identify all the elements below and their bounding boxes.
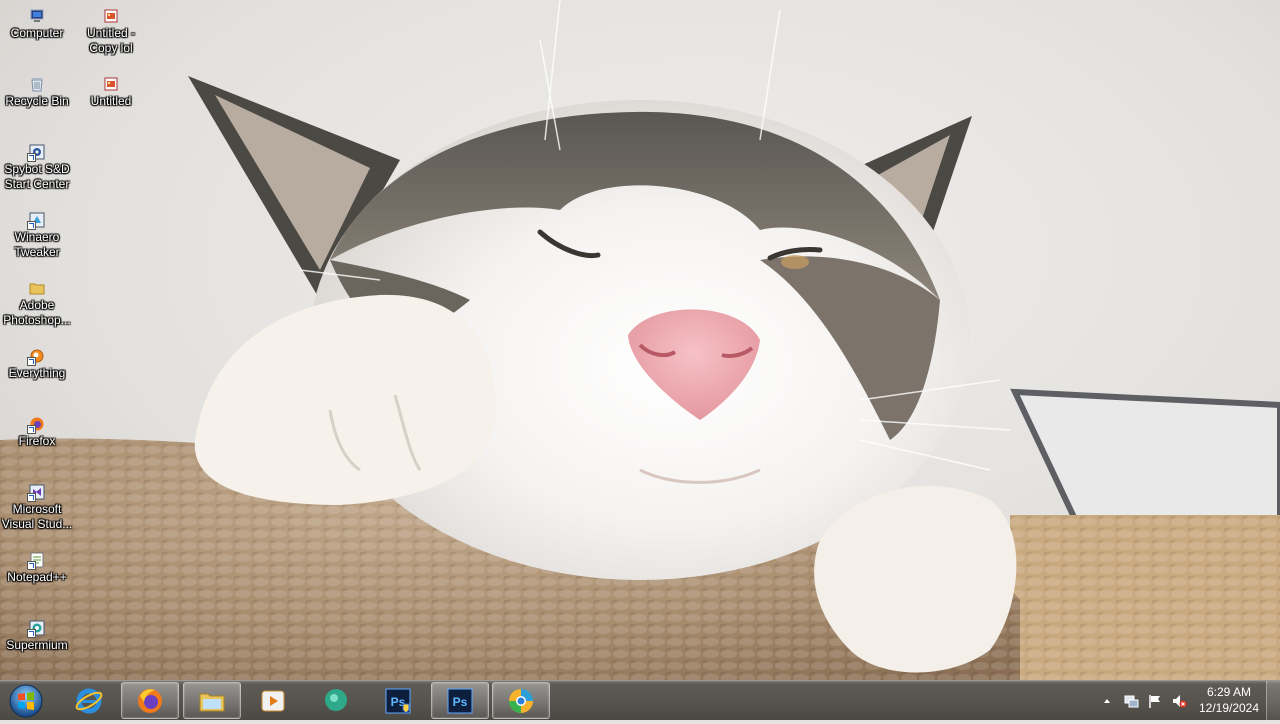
- desktop-wallpaper: [0, 0, 1280, 720]
- desktop-icon-label: Firefox: [18, 434, 56, 448]
- taskbar-app-green[interactable]: [307, 682, 365, 719]
- desktop-icon-label: Untitled - Copy lol: [86, 26, 136, 55]
- start-orb-icon: [9, 684, 43, 718]
- taskbar-media-player[interactable]: [244, 682, 302, 719]
- media-player-icon: [261, 690, 285, 711]
- volume-muted-icon: [1173, 695, 1187, 708]
- taskbar-firefox[interactable]: [121, 682, 179, 719]
- desktop-icon-label: Adobe Photoshop...: [3, 298, 71, 327]
- desktop-icon-firefox[interactable]: Firefox: [0, 416, 74, 449]
- clock-time: 6:29 AM: [1206, 685, 1252, 699]
- desktop-icon-label: Microsoft Visual Stud...: [1, 502, 73, 531]
- desktop-icon-label: Computer: [10, 26, 64, 40]
- network-icon: [1124, 695, 1139, 708]
- spybot-icon: [27, 144, 45, 162]
- taskbar-photoshop[interactable]: Ps: [431, 682, 489, 719]
- desktop-icon-label: Supermium: [6, 638, 68, 652]
- everything-icon: [27, 348, 45, 366]
- desktop-icon-notepadpp[interactable]: Notepad++: [0, 552, 74, 585]
- desktop-icon-untitled[interactable]: Untitled: [74, 76, 148, 109]
- winaero-icon: [27, 212, 45, 230]
- clock-date: 12/19/2024: [1198, 701, 1260, 715]
- taskbar-supermium[interactable]: [492, 682, 550, 719]
- photoshop-icon: Ps: [447, 688, 473, 713]
- image-file-icon: [103, 8, 119, 24]
- taskbar-internet-explorer[interactable]: [60, 682, 118, 719]
- supermium-icon: [27, 620, 45, 638]
- notepadpp-icon: [27, 552, 45, 570]
- desktop-icon-spybot[interactable]: Spybot S&D Start Center: [0, 144, 74, 192]
- visual-studio-icon: [27, 484, 45, 502]
- show-desktop-button[interactable]: [1266, 681, 1280, 721]
- chevron-up-icon: [1104, 699, 1110, 703]
- desktop-icon-adobe-photoshop[interactable]: Adobe Photoshop...: [0, 280, 74, 328]
- image-file-icon: [103, 76, 119, 92]
- desktop-icon-untitled-copy[interactable]: Untitled - Copy lol: [74, 8, 148, 56]
- desktop-icon-everything[interactable]: Everything: [0, 348, 74, 381]
- desktop-icon-recycle-bin[interactable]: Recycle Bin: [0, 76, 74, 109]
- network-tray-icon[interactable]: [1123, 693, 1139, 709]
- volume-tray-icon[interactable]: [1171, 693, 1187, 709]
- desktop-icon-label: Untitled: [90, 94, 132, 108]
- action-center-flag-icon: [1149, 695, 1160, 708]
- computer-icon: [29, 8, 45, 24]
- svg-text:Ps: Ps: [453, 695, 468, 709]
- folder-icon: [29, 280, 45, 296]
- desktop-icon-label: Notepad++: [7, 570, 67, 584]
- internet-explorer-icon: [75, 688, 103, 713]
- start-button[interactable]: [6, 683, 46, 719]
- firefox-icon: [138, 688, 162, 713]
- taskbar-file-explorer[interactable]: [183, 682, 241, 719]
- desktop-icon-computer[interactable]: Computer: [0, 8, 74, 41]
- desktop-icon-label: Everything: [8, 366, 66, 380]
- folder-icon: [199, 693, 225, 711]
- firefox-icon: [27, 416, 45, 434]
- desktop-icon-winaero[interactable]: Winaero Tweaker: [0, 212, 74, 260]
- chat-bubble-icon: [325, 688, 347, 711]
- supermium-icon: [509, 688, 533, 713]
- show-hidden-icons-button[interactable]: [1099, 693, 1115, 709]
- taskbar: Ps Ps 6:29 AM 12/19/2024: [0, 680, 1280, 721]
- taskbar-photoshop-admin[interactable]: Ps: [369, 682, 427, 719]
- desktop-icon-label: Spybot S&D Start Center: [4, 162, 70, 191]
- action-center-tray-icon[interactable]: [1147, 693, 1163, 709]
- photoshop-icon: Ps: [385, 688, 411, 714]
- desktop-icon-label: Recycle Bin: [5, 94, 69, 108]
- desktop-icon-supermium[interactable]: Supermium: [0, 620, 74, 653]
- system-clock[interactable]: 6:29 AM 12/19/2024: [1190, 684, 1268, 716]
- recycle-bin-icon: [29, 76, 45, 92]
- desktop-icon-visual-studio[interactable]: Microsoft Visual Stud...: [0, 484, 74, 532]
- desktop-icon-label: Winaero Tweaker: [14, 230, 60, 259]
